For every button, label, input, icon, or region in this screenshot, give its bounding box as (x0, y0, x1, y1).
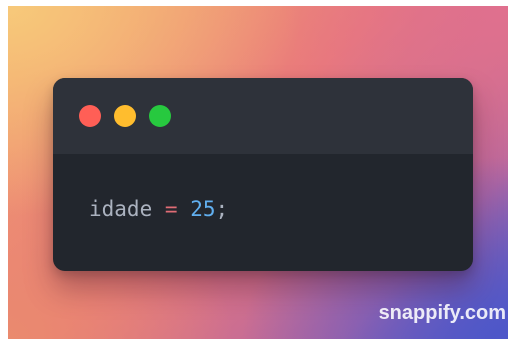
code-line: idade = 25; (89, 196, 228, 222)
code-identifier: idade (89, 197, 153, 221)
code-window: idade = 25; (53, 78, 473, 271)
code-terminator: ; (215, 197, 229, 221)
code-number: 25 (190, 197, 216, 221)
window-titlebar (53, 78, 473, 154)
snappify-watermark: snappify.com (378, 302, 506, 324)
close-button-dot[interactable] (79, 105, 101, 127)
gradient-background: idade = 25; snappify.com (8, 6, 508, 339)
minimize-button-dot[interactable] (114, 105, 136, 127)
maximize-button-dot[interactable] (149, 105, 171, 127)
code-operator: = (164, 197, 178, 221)
